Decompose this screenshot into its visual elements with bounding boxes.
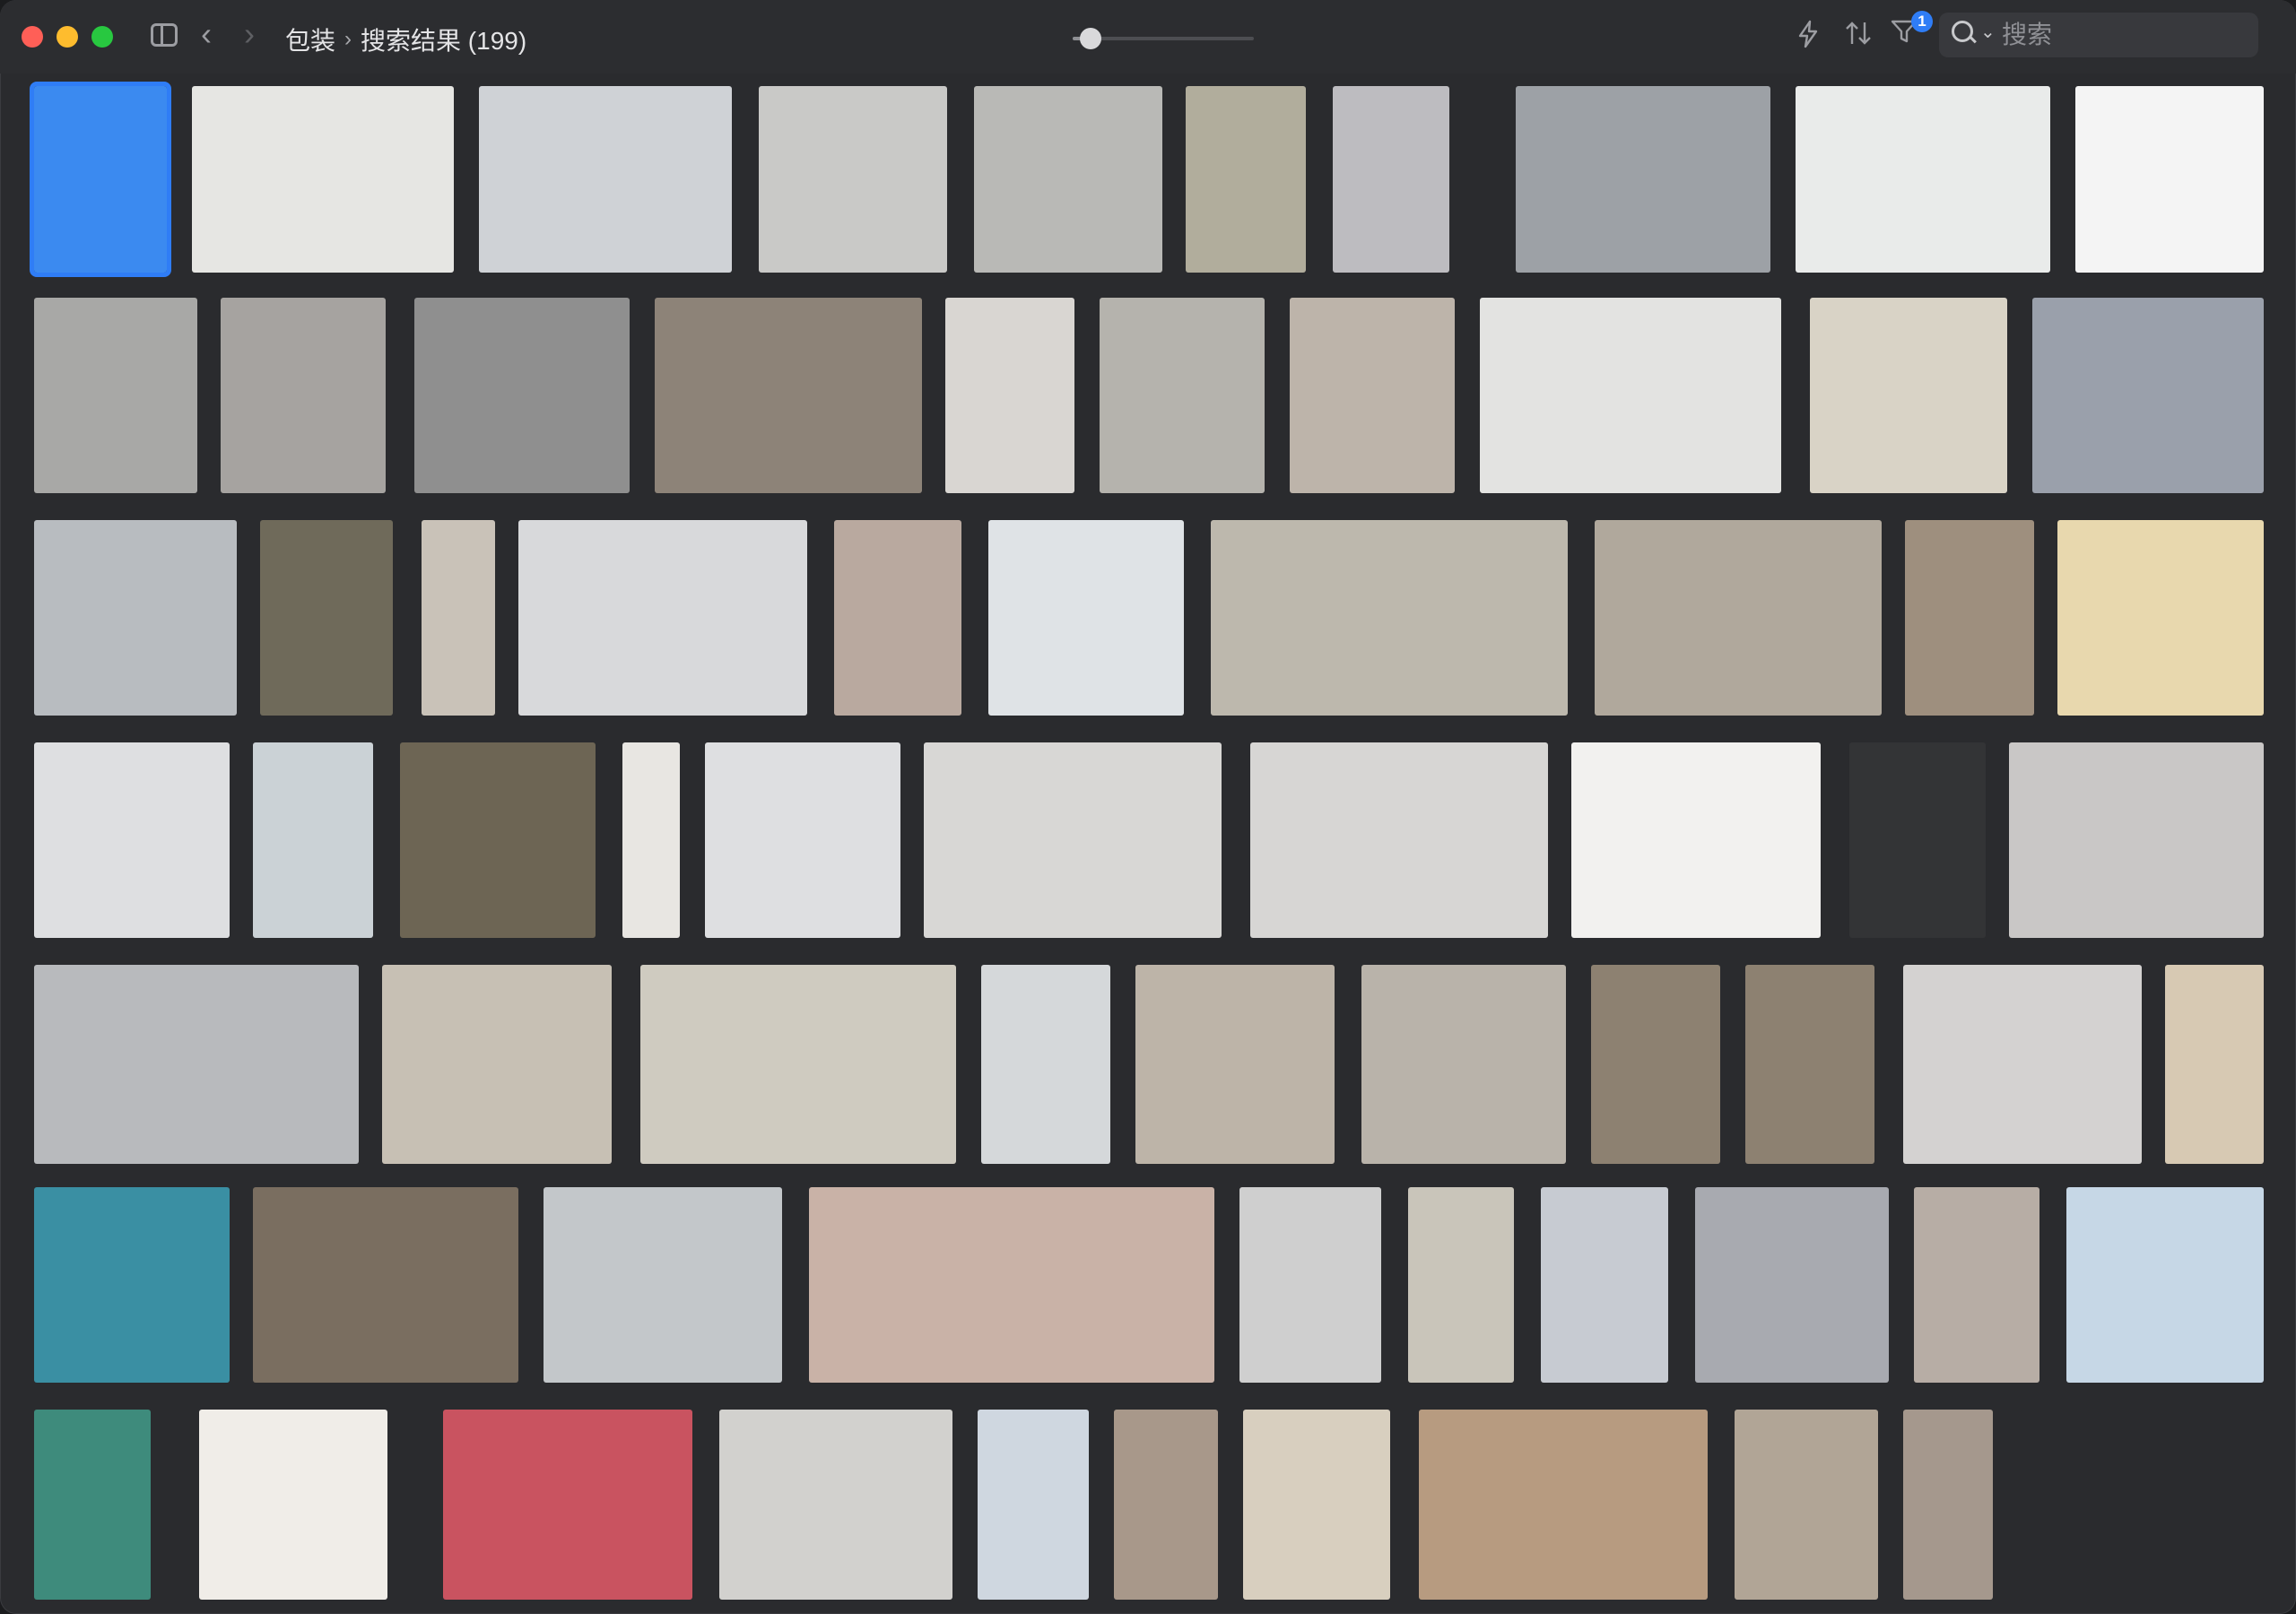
image-thumbnail[interactable] <box>1905 520 2034 716</box>
image-thumbnail[interactable] <box>34 965 359 1164</box>
image-thumbnail[interactable] <box>1914 1187 2039 1383</box>
image-thumbnail[interactable] <box>253 742 373 938</box>
image-thumbnail[interactable] <box>34 1187 230 1383</box>
image-thumbnail[interactable] <box>1243 1410 1390 1600</box>
finder-window: ‹ › 包装 › 搜索结果 (199) 1 ⌄ <box>0 0 2296 1614</box>
image-thumbnail[interactable] <box>199 1410 387 1600</box>
image-thumbnail[interactable] <box>1745 965 1874 1164</box>
image-thumbnail[interactable] <box>400 742 596 938</box>
image-thumbnail[interactable] <box>518 520 807 716</box>
image-thumbnail[interactable] <box>834 520 961 716</box>
image-thumbnail[interactable] <box>640 965 956 1164</box>
image-thumbnail[interactable] <box>2075 86 2264 273</box>
image-thumbnail[interactable] <box>34 298 197 493</box>
image-thumbnail[interactable] <box>1408 1187 1514 1383</box>
image-thumbnail[interactable] <box>1211 520 1568 716</box>
thumbnail-grid <box>0 0 2296 1614</box>
image-thumbnail[interactable] <box>34 1410 151 1600</box>
image-thumbnail[interactable] <box>221 298 386 493</box>
image-thumbnail[interactable] <box>945 298 1074 493</box>
image-thumbnail[interactable] <box>1186 86 1306 273</box>
image-thumbnail[interactable] <box>422 520 495 716</box>
image-thumbnail[interactable] <box>1333 86 1449 273</box>
image-thumbnail[interactable] <box>2020 1410 2264 1600</box>
image-thumbnail[interactable] <box>655 298 922 493</box>
image-thumbnail[interactable] <box>382 965 612 1164</box>
image-thumbnail[interactable] <box>1114 1410 1218 1600</box>
image-thumbnail[interactable] <box>1290 298 1455 493</box>
image-thumbnail[interactable] <box>1541 1187 1668 1383</box>
image-thumbnail[interactable] <box>2009 742 2264 938</box>
image-thumbnail[interactable] <box>1135 965 1335 1164</box>
image-thumbnail[interactable] <box>719 1410 952 1600</box>
image-thumbnail[interactable] <box>1796 86 2050 273</box>
image-thumbnail[interactable] <box>192 86 454 273</box>
image-thumbnail[interactable] <box>978 1410 1089 1600</box>
image-thumbnail[interactable] <box>34 742 230 938</box>
image-thumbnail[interactable] <box>1695 1187 1889 1383</box>
image-thumbnail[interactable] <box>759 86 947 273</box>
image-thumbnail[interactable] <box>981 965 1110 1164</box>
image-thumbnail[interactable] <box>1250 742 1548 938</box>
image-thumbnail[interactable] <box>253 1187 518 1383</box>
image-thumbnail[interactable] <box>1361 965 1566 1164</box>
image-thumbnail[interactable] <box>1480 298 1781 493</box>
image-thumbnail[interactable] <box>988 520 1184 716</box>
image-thumbnail[interactable] <box>1100 298 1265 493</box>
image-thumbnail[interactable] <box>1239 1187 1381 1383</box>
image-thumbnail[interactable] <box>1516 86 1770 273</box>
image-thumbnail[interactable] <box>1903 965 2142 1164</box>
image-thumbnail[interactable] <box>544 1187 782 1383</box>
image-thumbnail[interactable] <box>1903 1410 1993 1600</box>
image-thumbnail[interactable] <box>30 82 171 277</box>
image-thumbnail[interactable] <box>414 298 630 493</box>
image-thumbnail[interactable] <box>2032 298 2264 493</box>
image-thumbnail[interactable] <box>705 742 900 938</box>
image-thumbnail[interactable] <box>1810 298 2007 493</box>
image-thumbnail[interactable] <box>1591 965 1720 1164</box>
image-thumbnail[interactable] <box>1571 742 1821 938</box>
image-thumbnail[interactable] <box>34 520 237 716</box>
image-thumbnail[interactable] <box>260 520 393 716</box>
image-thumbnail[interactable] <box>2057 520 2264 716</box>
image-thumbnail[interactable] <box>2066 1187 2264 1383</box>
image-thumbnail[interactable] <box>479 86 732 273</box>
image-thumbnail[interactable] <box>1419 1410 1708 1600</box>
image-thumbnail[interactable] <box>1595 520 1882 716</box>
image-thumbnail[interactable] <box>2165 965 2264 1164</box>
image-thumbnail[interactable] <box>443 1410 692 1600</box>
image-thumbnail[interactable] <box>1849 742 1986 938</box>
image-thumbnail[interactable] <box>1735 1410 1878 1600</box>
image-thumbnail[interactable] <box>809 1187 1214 1383</box>
image-thumbnail[interactable] <box>622 742 680 938</box>
image-thumbnail[interactable] <box>924 742 1222 938</box>
image-thumbnail[interactable] <box>974 86 1162 273</box>
